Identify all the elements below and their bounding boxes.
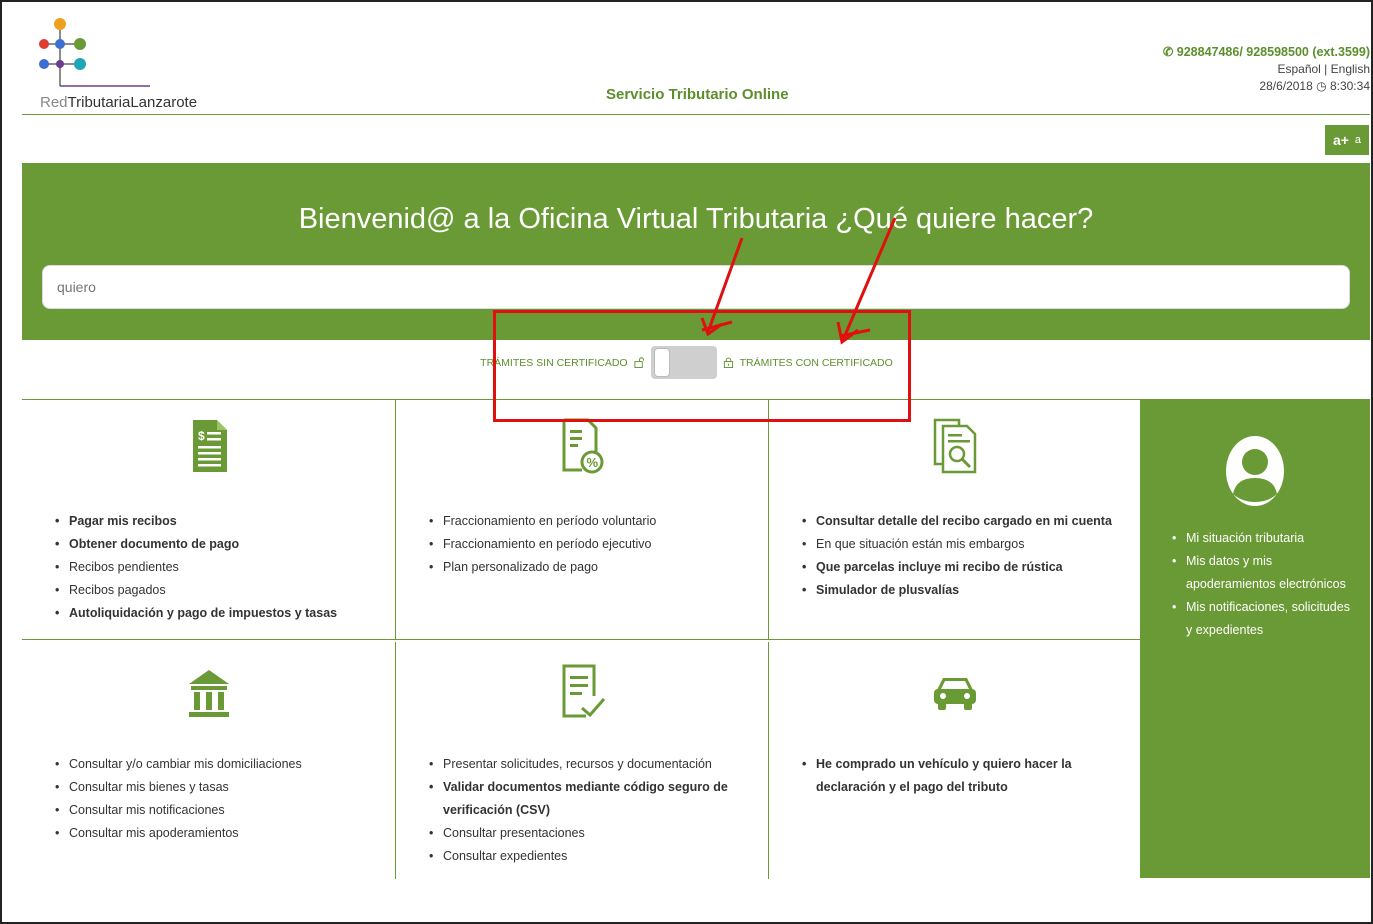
toggle-left-label[interactable]: TRÁMITES SIN CERTIFICADO xyxy=(480,357,627,369)
list-item[interactable]: He comprado un vehículo y quiero hacer l… xyxy=(802,753,1127,799)
list-item[interactable]: Simulador de plusvalías xyxy=(802,579,1127,602)
card-payments-list: Pagar mis recibos Obtener documento de p… xyxy=(55,510,381,625)
list-item[interactable]: Fraccionamiento en período voluntario xyxy=(429,510,754,533)
site-title: Servicio Tributario Online xyxy=(606,86,789,103)
list-item[interactable]: Consultar mis notificaciones xyxy=(55,799,381,822)
font-increase-button[interactable]: a+ xyxy=(1333,132,1349,148)
svg-text:%: % xyxy=(587,455,599,470)
list-item[interactable]: Consultar mis bienes y tasas xyxy=(55,776,381,799)
card-vehicle-list: He comprado un vehículo y quiero hacer l… xyxy=(802,753,1127,799)
list-item[interactable]: Obtener documento de pago xyxy=(55,533,381,556)
header-info: ✆ 928847486/ 928598500 (ext.3599) Españo… xyxy=(1163,44,1370,95)
list-item[interactable]: Consultar mis apoderamientos xyxy=(55,822,381,845)
search-input[interactable] xyxy=(42,265,1350,309)
phone-number: ✆ 928847486/ 928598500 (ext.3599) xyxy=(1162,45,1370,59)
hero-banner: Bienvenid@ a la Oficina Virtual Tributar… xyxy=(22,163,1370,340)
list-item[interactable]: Mis datos y mis apoderamientos electróni… xyxy=(1172,550,1356,596)
bank-building-icon xyxy=(188,670,229,717)
logo[interactable]: RedTributariaLanzarote xyxy=(30,16,230,111)
card-submissions: Presentar solicitudes, recursos y docume… xyxy=(395,642,768,879)
list-item[interactable]: Que parcelas incluye mi recibo de rústic… xyxy=(802,556,1127,579)
card-submissions-list: Presentar solicitudes, recursos y docume… xyxy=(429,753,754,868)
hero-title: Bienvenid@ a la Oficina Virtual Tributar… xyxy=(298,203,1094,235)
locked-icon xyxy=(723,357,733,368)
card-installments-list: Fraccionamiento en período voluntario Fr… xyxy=(429,510,754,579)
toggle-right-label[interactable]: TRÁMITES CON CERTIFICADO xyxy=(740,357,893,369)
language-selector: Español | English xyxy=(1277,62,1370,76)
user-area-panel: Mi situación tributaria Mis datos y mis … xyxy=(1140,399,1370,878)
font-size-control: a+ a xyxy=(1325,125,1369,155)
car-icon xyxy=(934,678,976,710)
datetime: 28/6/2018 ◷ 8:30:34 xyxy=(1259,79,1370,93)
user-area-list: Mi situación tributaria Mis datos y mis … xyxy=(1172,527,1356,642)
clock-icon: ◷ xyxy=(1316,79,1327,93)
card-installments: % Fraccionamiento en período voluntario … xyxy=(395,400,768,640)
unlocked-icon xyxy=(634,357,644,368)
card-inquiries-list: Consultar detalle del recibo cargado en … xyxy=(802,510,1127,602)
language-es-link[interactable]: Español xyxy=(1277,62,1320,76)
svg-text:$: $ xyxy=(198,429,205,443)
list-item[interactable]: Mi situación tributaria xyxy=(1172,527,1356,550)
card-payments: $ Pagar mis recibos Obtener documento de… xyxy=(22,400,395,640)
card-bank: Consultar y/o cambiar mis domiciliacione… xyxy=(22,642,395,879)
list-item[interactable]: Consultar presentaciones xyxy=(429,822,754,845)
list-item[interactable]: Recibos pendientes xyxy=(55,556,381,579)
list-item[interactable]: En que situación están mis embargos xyxy=(802,533,1127,556)
card-inquiries: Consultar detalle del recibo cargado en … xyxy=(768,400,1141,640)
card-vehicle: He comprado un vehículo y quiero hacer l… xyxy=(768,642,1141,879)
logo-text: RedTributariaLanzarote xyxy=(40,94,198,111)
tree-network-icon xyxy=(39,18,150,87)
document-search-icon xyxy=(933,418,977,474)
language-en-link[interactable]: English xyxy=(1331,62,1370,76)
installment-document-icon: % xyxy=(562,418,604,474)
list-item[interactable]: Validar documentos mediante código segur… xyxy=(429,776,754,822)
list-item[interactable]: Recibos pagados xyxy=(55,579,381,602)
phone-icon: ✆ xyxy=(1162,45,1177,59)
site-header: RedTributariaLanzarote Servicio Tributar… xyxy=(22,14,1370,115)
list-item[interactable]: Fraccionamiento en período ejecutivo xyxy=(429,533,754,556)
user-avatar-icon xyxy=(1226,436,1284,506)
list-item[interactable]: Consultar expedientes xyxy=(429,845,754,868)
document-check-icon xyxy=(562,664,606,718)
list-item[interactable]: Presentar solicitudes, recursos y docume… xyxy=(429,753,754,776)
toggle-knob xyxy=(653,348,670,377)
list-item[interactable]: Mis notificaciones, solicitudes y expedi… xyxy=(1172,596,1356,642)
list-item[interactable]: Pagar mis recibos xyxy=(55,510,381,533)
services-grid: $ Pagar mis recibos Obtener documento de… xyxy=(22,399,1141,879)
certificate-toggle-row: TRÁMITES SIN CERTIFICADO TRÁMITES CON CE… xyxy=(0,346,1373,379)
certificate-toggle[interactable] xyxy=(650,346,717,379)
list-item[interactable]: Consultar y/o cambiar mis domiciliacione… xyxy=(55,753,381,776)
receipt-icon: $ xyxy=(192,420,227,472)
list-item[interactable]: Plan personalizado de pago xyxy=(429,556,754,579)
card-bank-list: Consultar y/o cambiar mis domiciliacione… xyxy=(55,753,381,845)
list-item[interactable]: Consultar detalle del recibo cargado en … xyxy=(802,510,1127,533)
font-decrease-button[interactable]: a xyxy=(1355,134,1361,146)
list-item[interactable]: Autoliquidación y pago de impuestos y ta… xyxy=(55,602,381,625)
